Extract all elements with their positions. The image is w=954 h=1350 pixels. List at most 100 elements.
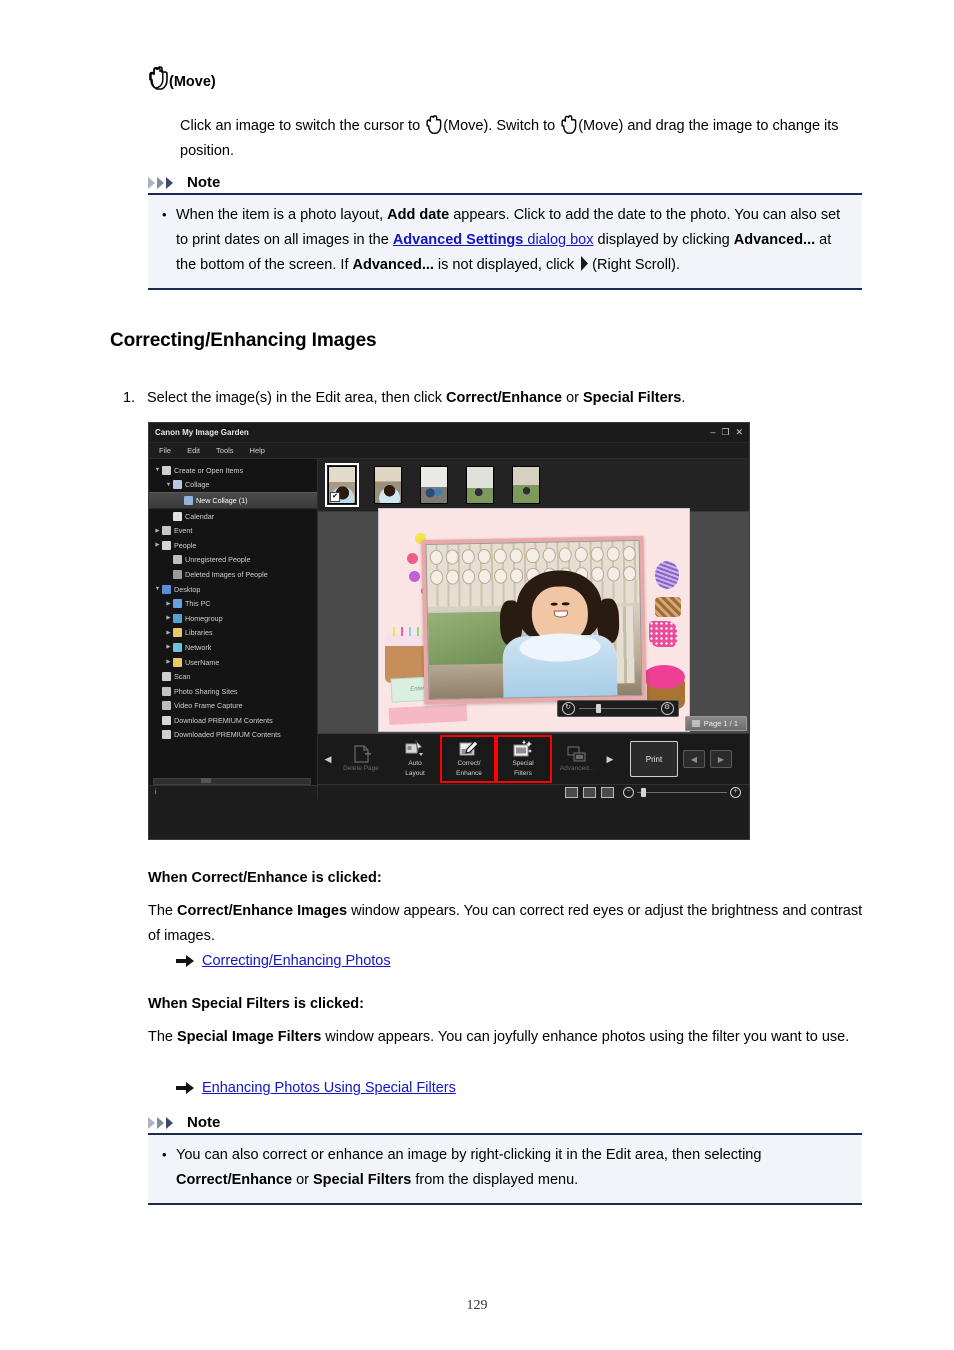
note-bottom-item: You can also correct or enhance an image… <box>158 1142 852 1193</box>
settings-gear-icon[interactable]: ⚙ <box>660 701 674 715</box>
sidebar-item-label: Video Frame Capture <box>174 701 243 711</box>
sidebar-item-label: Photo Sharing Sites <box>174 686 238 696</box>
sidebar-info-icon[interactable]: i <box>149 785 317 799</box>
note-bottom-b2: Special Filters <box>313 1172 412 1188</box>
twisty-icon[interactable]: ▶ <box>164 615 173 621</box>
app-titlebar: Canon My Image Garden – ❐ ✕ <box>149 423 749 443</box>
correct-enhance-heading: When Correct/Enhance is clicked: <box>148 870 382 886</box>
thumbnail-item-5[interactable] <box>512 466 540 504</box>
image-edit-toolbar[interactable]: ↻ ⚙ <box>556 699 679 717</box>
twisty-icon[interactable]: ▼ <box>153 467 162 473</box>
correct-enhance-button[interactable]: Correct/ Enhance <box>440 735 498 783</box>
sidebar-item-collage[interactable]: ▼ Collage <box>149 478 317 493</box>
view-mode-spread-icon[interactable] <box>583 786 596 798</box>
twisty-icon[interactable]: ▶ <box>164 659 173 665</box>
correct-enhance-icon <box>459 740 479 758</box>
twisty-icon[interactable]: ▼ <box>164 482 173 488</box>
advanced-label: Advanced... <box>559 765 595 772</box>
menu-item-tools[interactable]: Tools <box>216 446 234 455</box>
correct-enhance-paragraph: The Correct/Enhance Images window appear… <box>148 899 864 949</box>
zoom-in-icon[interactable]: + <box>730 786 741 798</box>
view-mode-single-icon[interactable] <box>565 786 578 798</box>
advanced-settings-link[interactable]: Advanced Settings <box>393 232 524 248</box>
twisty-icon[interactable]: ▼ <box>153 586 162 592</box>
sidebar-item-photo-sharing-sites[interactable]: Photo Sharing Sites <box>149 684 317 699</box>
twisty-icon[interactable]: ▶ <box>164 601 173 607</box>
dialog-box-link[interactable]: dialog box <box>523 232 593 248</box>
twisty-icon[interactable]: ▶ <box>164 644 173 650</box>
zoom-track[interactable] <box>637 787 727 797</box>
special-filters-button[interactable]: Special Filters <box>494 735 552 783</box>
tree-node-icon <box>173 555 182 565</box>
sidebar-item-event[interactable]: ▶ Event <box>149 523 317 538</box>
sidebar-item-scan[interactable]: Scan <box>149 669 317 684</box>
nav-next-button[interactable]: ▶ <box>710 750 732 768</box>
twisty-icon[interactable]: ▶ <box>153 542 162 548</box>
sidebar-item-homegroup[interactable]: ▶ Homegroup <box>149 611 317 626</box>
page-indicator-tab[interactable]: Page 1 / 1 <box>684 716 747 731</box>
zoom-knob[interactable] <box>640 787 646 797</box>
sidebar-item-libraries[interactable]: ▶ Libraries <box>149 626 317 641</box>
tree-node-icon <box>173 569 182 579</box>
maximize-icon[interactable]: ❐ <box>721 428 729 437</box>
step-1: 1. Select the image(s) in the Edit area, … <box>123 386 883 411</box>
fit-to-screen-icon[interactable] <box>601 786 614 798</box>
toolbar-right-scroll-icon[interactable]: ▶ <box>604 754 616 765</box>
sidebar-item-video-frame-capture[interactable]: Video Frame Capture <box>149 699 317 714</box>
sidebar-item-unregistered-people[interactable]: Unregistered People <box>149 553 317 568</box>
app-sidebar-tree[interactable]: ▼ Create or Open Items ▼ Collage New Collage… <box>149 459 318 799</box>
twisty-icon[interactable]: ▶ <box>164 630 173 636</box>
page-indicator-label: Page 1 / 1 <box>703 719 738 728</box>
sidebar-item-calendar[interactable]: Calendar <box>149 509 317 524</box>
zoom-controls[interactable]: − + <box>623 786 741 798</box>
arrow-right-icon-2 <box>176 1081 194 1095</box>
close-icon[interactable]: ✕ <box>735 428 743 437</box>
move-heading: (Move) <box>148 66 216 90</box>
enhancing-photos-special-filters-link[interactable]: Enhancing Photos Using Special Filters <box>202 1080 456 1096</box>
edit-area[interactable]: Enter text ↻ ⚙ Page 1 / 1 <box>318 507 749 733</box>
sidebar-item-desktop[interactable]: ▼ Desktop <box>149 582 317 597</box>
sidebar-item-new-collage-1[interactable]: New Collage (1) <box>149 492 317 509</box>
zoom-slider[interactable] <box>578 703 657 713</box>
note-box-top: Note When the item is a photo layout, Ad… <box>148 174 862 290</box>
note-top-body: When the item is a photo layout, Add dat… <box>148 195 862 290</box>
zoom-out-icon[interactable]: − <box>623 786 634 798</box>
sidebar-item-download-premium-contents[interactable]: Download PREMIUM Contents <box>149 713 317 728</box>
auto-layout-button[interactable]: Auto Layout <box>388 737 442 781</box>
zoom-slider-knob[interactable] <box>595 703 601 713</box>
note-top-b3: Advanced... <box>352 257 434 273</box>
menu-item-edit[interactable]: Edit <box>187 446 200 455</box>
step-1-text-a: Select the image(s) in the Edit area, th… <box>147 390 447 406</box>
twisty-icon[interactable]: ▶ <box>153 528 162 534</box>
sidebar-item-username[interactable]: ▶ UserName <box>149 655 317 670</box>
sidebar-item-people[interactable]: ▶ People <box>149 538 317 553</box>
nav-previous-button[interactable]: ◀ <box>683 750 705 768</box>
print-button[interactable]: Print <box>630 741 678 777</box>
delete-page-button[interactable]: Delete Page <box>334 737 388 781</box>
tree-node-icon <box>162 686 171 696</box>
advanced-button[interactable]: Advanced... <box>550 737 604 781</box>
collage-canvas-page[interactable]: Enter text ↻ ⚙ <box>377 507 690 732</box>
thumbnail-item-2[interactable] <box>374 466 402 504</box>
thumbnail-item-3[interactable] <box>420 466 448 504</box>
thumbnail-item-4[interactable] <box>466 466 494 504</box>
sidebar-item-create-or-open-items[interactable]: ▼ Create or Open Items <box>149 463 317 478</box>
collage-photo-frame[interactable] <box>420 535 647 704</box>
menu-item-help[interactable]: Help <box>250 446 265 455</box>
rotate-icon[interactable]: ↻ <box>561 701 575 715</box>
menu-item-file[interactable]: File <box>159 446 171 455</box>
correcting-enhancing-photos-link[interactable]: Correcting/Enhancing Photos <box>202 953 391 969</box>
tree-node-icon <box>162 672 171 682</box>
sidebar-item-this-pc[interactable]: ▶ This PC <box>149 596 317 611</box>
thumbnail-item-1[interactable]: ✔ <box>325 463 359 507</box>
minimize-icon[interactable]: – <box>710 428 715 437</box>
move-heading-label: (Move) <box>169 74 216 90</box>
sidebar-item-downloaded-premium-contents[interactable]: Downloaded PREMIUM Contents <box>149 728 317 743</box>
sidebar-item-network[interactable]: ▶ Network <box>149 640 317 655</box>
correct-enhance-link-row: Correcting/Enhancing Photos <box>176 953 391 969</box>
tree-node-icon <box>162 584 171 594</box>
sidebar-horizontal-scrollbar[interactable] <box>153 778 311 785</box>
toolbar-left-scroll-icon[interactable]: ◀ <box>322 754 334 765</box>
sidebar-item-deleted-images-of-people[interactable]: Deleted Images of People <box>149 567 317 582</box>
thumbnail-strip[interactable]: ✔ <box>318 459 749 512</box>
